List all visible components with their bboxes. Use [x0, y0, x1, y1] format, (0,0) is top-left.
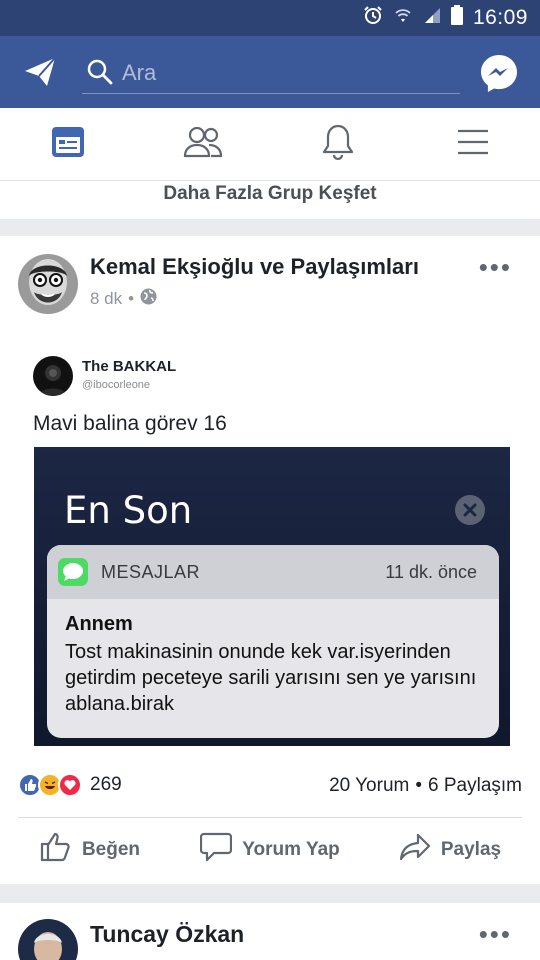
battery-icon	[450, 5, 463, 31]
app-root: 16:09 Ara Daha Fazla Grup Keşfet Kemal E…	[0, 0, 540, 960]
hamburger-menu-icon	[456, 128, 490, 161]
wifi-icon	[393, 6, 413, 30]
alarm-icon	[363, 5, 383, 31]
globe-icon	[140, 288, 157, 310]
post-card: Kemal Ekşioğlu ve Paylaşımları 8 dk • ••…	[0, 236, 540, 884]
messages-icon	[58, 558, 88, 586]
notification-sender: Annem	[65, 613, 133, 635]
comment-bubble-icon	[200, 832, 233, 868]
author-avatar[interactable]	[18, 254, 78, 314]
post-meta: 8 dk •	[90, 288, 157, 310]
notification-message: Tost makinasinin onunde kek var.isyerind…	[65, 641, 477, 715]
post-text: Mavi balina görev 16	[33, 412, 227, 435]
next-post-author[interactable]: Tuncay Özkan	[90, 921, 244, 948]
next-author-avatar[interactable]	[18, 919, 78, 960]
messenger-icon[interactable]	[479, 53, 519, 93]
embedded-avatar	[33, 356, 73, 396]
notification-header: MESAJLAR 11 dk. önce	[47, 545, 499, 599]
love-reaction-icon	[58, 773, 82, 797]
news-feed-icon	[50, 124, 86, 165]
notification-time: 11 dk. önce	[385, 562, 477, 582]
top-bar	[0, 36, 540, 108]
like-button[interactable]: Beğen	[0, 819, 180, 881]
post-actions: Beğen Yorum Yap Paylaş	[0, 819, 540, 881]
notification-center-title: En Son	[64, 489, 193, 532]
status-bar: 16:09	[0, 0, 540, 36]
notification-card: MESAJLAR 11 dk. önce Annem Tost makinasi…	[47, 545, 499, 738]
discover-groups-link[interactable]: Daha Fazla Grup Keşfet	[0, 181, 540, 219]
comment-button[interactable]: Yorum Yap	[180, 819, 360, 881]
share-arrow-icon	[399, 832, 431, 868]
post-time[interactable]: 8 dk	[90, 289, 122, 309]
tab-menu[interactable]	[405, 108, 540, 180]
comment-count[interactable]: 20 Yorum	[329, 775, 409, 797]
status-time: 16:09	[472, 6, 528, 29]
tab-news-feed[interactable]	[0, 108, 135, 180]
close-icon	[455, 495, 485, 525]
next-post-options-icon[interactable]: •••	[479, 921, 512, 947]
count-separator: •	[415, 775, 423, 796]
next-post-card: Tuncay Özkan •••	[0, 903, 540, 960]
like-label: Beğen	[81, 839, 141, 860]
tab-friends[interactable]	[135, 108, 270, 180]
reaction-count: 269	[90, 774, 122, 795]
embedded-name: The BAKKAL	[82, 358, 177, 375]
post-options-icon[interactable]: •••	[479, 254, 512, 280]
signal-icon	[423, 6, 441, 30]
paper-plane-icon[interactable]	[22, 54, 58, 90]
post-author[interactable]: Kemal Ekşioğlu ve Paylaşımları	[90, 254, 419, 280]
post-image[interactable]: En Son MESAJLAR 11 dk. önce Annem Tost m…	[34, 447, 510, 746]
thumbs-up-icon	[40, 832, 72, 868]
share-button[interactable]: Paylaş	[360, 819, 540, 881]
reactions-summary[interactable]: 269	[18, 773, 122, 797]
nav-tabs	[0, 108, 540, 181]
friends-icon	[183, 124, 223, 165]
search-input[interactable]	[122, 56, 442, 90]
share-label: Paylaş	[440, 839, 502, 860]
comment-label: Yorum Yap	[242, 839, 340, 860]
notification-app-name: MESAJLAR	[101, 562, 201, 582]
meta-separator: •	[128, 289, 135, 308]
share-count[interactable]: 6 Paylaşım	[428, 775, 522, 797]
search-icon	[86, 58, 114, 86]
divider	[18, 817, 522, 818]
tab-notifications[interactable]	[270, 108, 405, 180]
search-bar[interactable]	[82, 52, 460, 94]
bell-icon	[321, 123, 355, 166]
embedded-handle: @ibocorleone	[82, 379, 151, 391]
engagement-counts: 20 Yorum • 6 Paylaşım	[329, 775, 522, 797]
